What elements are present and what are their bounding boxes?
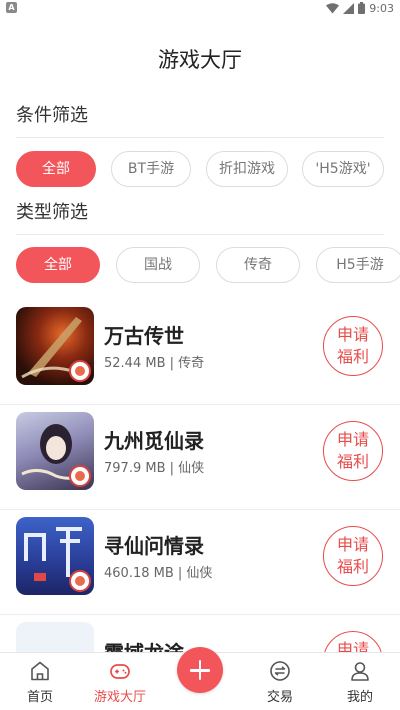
- user-icon: [351, 662, 369, 681]
- app-notification-icon: A: [6, 2, 17, 13]
- tab-game-hall[interactable]: 游戏大厅: [80, 653, 160, 710]
- game-list-item[interactable]: 寻仙问情录 460.18 MB | 仙侠 申请 福利: [0, 510, 400, 615]
- game-list-item[interactable]: 九州觅仙录 797.9 MB | 仙侠 申请 福利: [0, 405, 400, 510]
- condition-chip-h5[interactable]: 'H5游戏': [302, 151, 384, 187]
- platform-badge-icon: [69, 465, 91, 487]
- game-icon-wanguchuanshi: [16, 307, 94, 385]
- type-filter-label: 类型筛选: [16, 202, 88, 223]
- tab-label: 游戏大厅: [93, 690, 146, 705]
- condition-filter-chips: 全部 BT手游 折扣游戏 'H5游戏': [16, 151, 400, 187]
- home-icon: [31, 661, 49, 681]
- apply-welfare-button[interactable]: 申请 福利: [323, 316, 383, 376]
- tab-trade[interactable]: 交易: [240, 653, 320, 710]
- wifi-icon: [326, 2, 340, 13]
- condition-chip-discount[interactable]: 折扣游戏: [206, 151, 288, 187]
- condition-chip-all[interactable]: 全部: [16, 151, 96, 187]
- type-chip-all[interactable]: 全部: [16, 247, 100, 283]
- apply-welfare-button[interactable]: 申请 福利: [323, 421, 383, 481]
- type-chip-h5[interactable]: H5手游: [316, 247, 400, 283]
- type-chip-guozhan[interactable]: 国战: [116, 247, 200, 283]
- divider: [16, 137, 384, 138]
- game-meta: 52.44 MB | 传奇: [104, 356, 205, 371]
- game-name: 万古传世: [104, 324, 184, 348]
- game-list-item[interactable]: 万古传世 52.44 MB | 传奇 申请 福利: [0, 300, 400, 405]
- condition-chip-bt[interactable]: BT手游: [111, 151, 191, 187]
- status-icons: 9:03: [326, 1, 394, 15]
- status-bar: A 9:03: [0, 0, 400, 16]
- tab-home[interactable]: 首页: [0, 653, 80, 710]
- status-time: 9:03: [369, 1, 394, 15]
- exchange-icon: [270, 661, 290, 681]
- bottom-tab-bar: 首页 游戏大厅 交易 我的: [0, 647, 400, 710]
- game-icon-xunxianwenqinglu: [16, 517, 94, 595]
- divider: [16, 234, 384, 235]
- tab-label: 首页: [26, 690, 53, 705]
- type-filter-chips: 全部 国战 传奇 H5手游: [16, 247, 400, 283]
- platform-badge-icon: [69, 360, 91, 382]
- game-icon-jiuzhoumixianlu: [16, 412, 94, 490]
- type-chip-chuanqi[interactable]: 传奇: [216, 247, 300, 283]
- page-title: 游戏大厅: [158, 48, 242, 72]
- tab-mine[interactable]: 我的: [320, 653, 400, 710]
- signal-icon: [343, 2, 355, 14]
- tab-label: 我的: [346, 690, 373, 705]
- game-name: 寻仙问情录: [104, 534, 204, 558]
- game-meta: 797.9 MB | 仙侠: [104, 461, 205, 476]
- tab-label: 交易: [266, 690, 293, 705]
- condition-filter-label: 条件筛选: [16, 105, 88, 126]
- game-name: 九州觅仙录: [104, 429, 204, 453]
- gamepad-icon: [110, 664, 130, 679]
- apply-welfare-button[interactable]: 申请 福利: [323, 526, 383, 586]
- game-meta: 460.18 MB | 仙侠: [104, 566, 213, 581]
- battery-icon: [358, 2, 366, 14]
- plus-icon[interactable]: [177, 647, 223, 693]
- platform-badge-icon: [69, 570, 91, 592]
